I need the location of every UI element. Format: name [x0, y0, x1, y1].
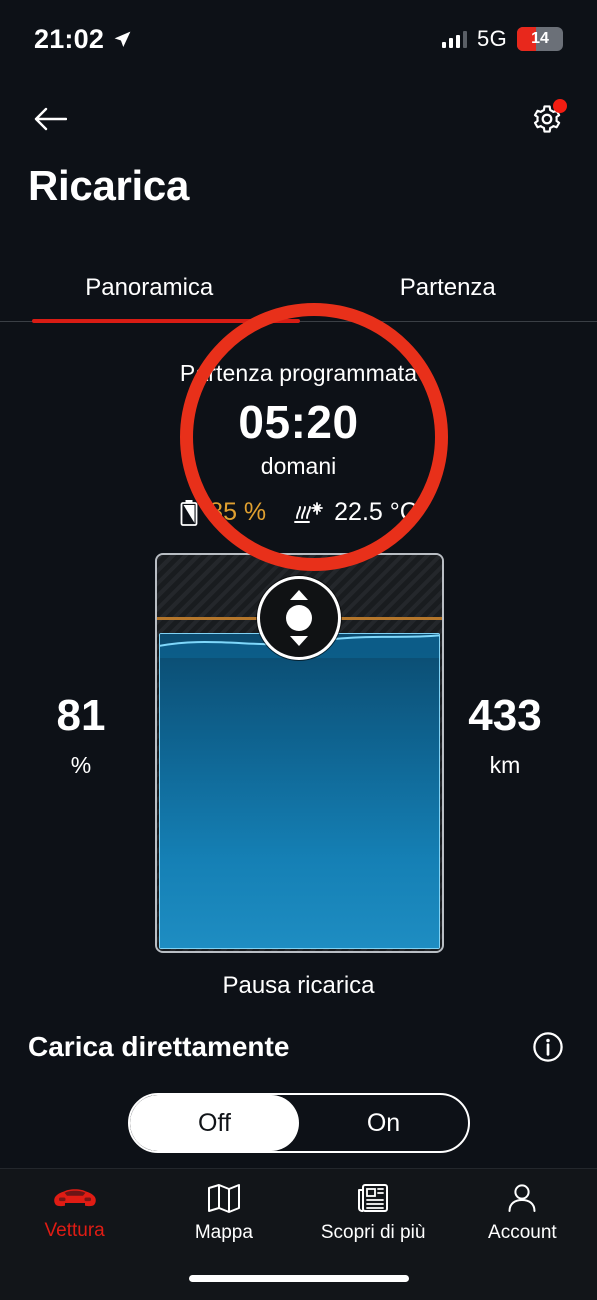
car-icon — [53, 1189, 96, 1207]
nav-label-mappa: Mappa — [194, 1222, 253, 1243]
status-bar-clock: 21:02 — [34, 23, 105, 54]
status-bar-right: 5G 14 — [441, 26, 563, 52]
battery-fill-gradient — [160, 634, 439, 948]
nav-item-account[interactable]: Account — [448, 1183, 597, 1244]
tab-partenza[interactable]: Partenza — [299, 272, 597, 324]
charge-target-value: 85 % — [209, 498, 267, 526]
direct-charge-info-button[interactable] — [527, 1026, 569, 1068]
temperature-item: 22.5 °C — [292, 498, 418, 527]
back-button[interactable] — [28, 97, 72, 141]
network-type-label: 5G — [477, 26, 507, 51]
handle-center-dot — [286, 605, 312, 631]
cellular-signal-icon — [441, 30, 468, 48]
status-bar-left: 21:02 — [34, 24, 132, 55]
range-unit: km — [489, 752, 521, 778]
chevron-down-icon — [290, 636, 308, 646]
tab-active-indicator — [32, 319, 300, 323]
status-bar: 21:02 5G 14 — [0, 0, 597, 78]
map-icon — [207, 1184, 240, 1213]
home-indicator — [188, 1275, 409, 1282]
charge-target-item: 85 % — [179, 498, 266, 527]
scheduled-departure-meta: 85 % 22.5 °C — [0, 498, 597, 527]
app-screen: 21:02 5G 14 Ricarica Panoramica Partenza… — [0, 0, 597, 1300]
tab-bar: Panoramica Partenza — [0, 272, 597, 324]
top-nav-bar — [0, 90, 597, 148]
notification-dot — [553, 99, 567, 113]
battery-card-caption: Pausa ricarica — [222, 972, 375, 999]
scheduled-departure-time: 05:20 — [238, 396, 359, 448]
scheduled-departure-section[interactable]: Partenza programmata 05:20 domani 85 % 2… — [0, 360, 597, 527]
charge-percent-readout: 81 % — [24, 694, 138, 779]
chevron-up-icon — [290, 590, 308, 600]
arrow-left-icon — [34, 107, 67, 131]
nav-label-scopri-di-piu: Scopri di più — [320, 1222, 426, 1243]
battery-fill-area — [159, 633, 440, 949]
charge-percent-value: 81 — [56, 691, 106, 740]
bottom-navigation-bar: Vettura Mappa Scopri di più Account — [0, 1168, 597, 1300]
range-value: 433 — [468, 691, 542, 740]
settings-button[interactable] — [525, 97, 569, 141]
toggle-option-on[interactable]: On — [299, 1095, 468, 1151]
battery-low-icon: 14 — [517, 27, 563, 51]
charge-target-drag-handle[interactable] — [257, 576, 341, 660]
nav-label-vettura: Vettura — [44, 1220, 105, 1241]
range-readout: 433 km — [435, 694, 575, 779]
nav-item-vettura[interactable]: Vettura — [0, 1183, 149, 1242]
info-icon — [533, 1032, 563, 1062]
nav-item-scopri-di-piu[interactable]: Scopri di più — [299, 1183, 448, 1244]
direct-charge-toggle[interactable]: Off On — [128, 1093, 470, 1153]
temperature-value: 22.5 °C — [334, 498, 418, 526]
battery-target-icon — [180, 499, 198, 526]
toggle-option-off[interactable]: Off — [130, 1095, 299, 1151]
nav-item-mappa[interactable]: Mappa — [149, 1183, 298, 1244]
location-arrow-icon — [114, 31, 131, 47]
direct-charge-row: Carica direttamente — [28, 1026, 569, 1068]
news-icon — [358, 1184, 389, 1212]
nav-label-account: Account — [488, 1222, 557, 1243]
scheduled-departure-label: Partenza programmata — [179, 360, 418, 386]
person-icon — [508, 1184, 536, 1212]
scheduled-departure-day: domani — [260, 453, 337, 479]
direct-charge-label: Carica direttamente — [28, 1031, 290, 1062]
climate-defrost-icon — [294, 501, 324, 523]
charge-percent-unit: % — [70, 752, 92, 778]
tab-panoramica[interactable]: Panoramica — [0, 272, 299, 324]
page-title: Ricarica — [28, 162, 190, 209]
battery-level-label: 14 — [531, 30, 549, 47]
